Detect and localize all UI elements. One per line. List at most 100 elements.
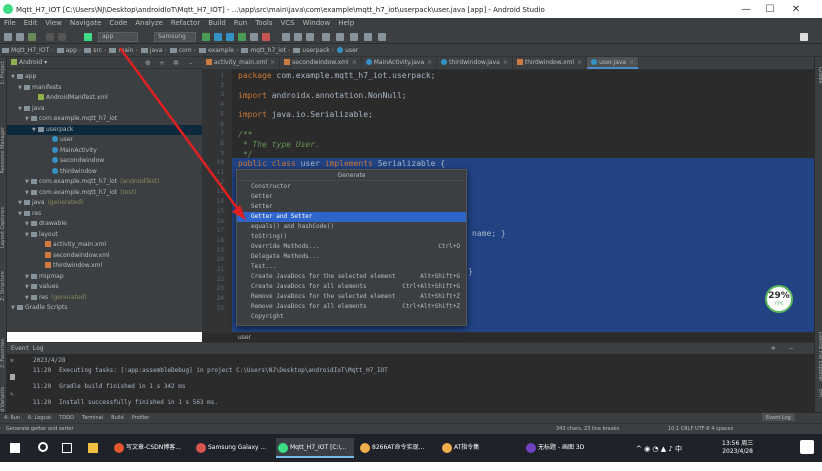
editor-tab[interactable]: user.java × [587,57,640,69]
tree-item[interactable]: ▼ com.example.mqtt_h7_iot (test) [7,188,202,198]
file-explorer-icon[interactable] [88,443,98,453]
crumb-com[interactable]: com [168,44,193,54]
close-icon[interactable]: × [427,59,432,66]
generate-menu-item[interactable]: Create JavaDocs for the selected element… [237,272,466,282]
search-icon[interactable] [38,442,48,452]
crumb-mqtt-h7-iot[interactable]: mqtt_h7_iot [239,44,287,54]
settings-icon[interactable]: ✲ [10,357,14,364]
generate-menu-item[interactable]: equals() and hashCode() [237,222,466,232]
device-file-explorer-icon[interactable] [336,33,344,41]
search-everywhere-icon[interactable] [378,33,386,41]
tree-item[interactable]: ▼ values [7,282,202,292]
back-icon[interactable] [46,33,54,41]
menu-run[interactable]: Run [230,18,251,27]
crumb-main[interactable]: main [107,44,134,54]
close-icon[interactable]: × [503,59,508,66]
close-icon[interactable]: × [577,59,582,66]
hide-icon[interactable]: – [189,59,193,67]
menu-analyze[interactable]: Analyze [131,18,167,27]
todo-tool-tab[interactable]: TODO [55,413,78,421]
generate-menu-item[interactable]: Copyright [237,312,466,322]
profiler-tool-tab[interactable]: Profiler [128,413,154,421]
find-icon[interactable] [364,33,372,41]
memory-indicator[interactable]: 29% Y/PC [765,285,793,313]
generate-menu-item[interactable]: Getter and Setter [237,212,466,222]
crumb-userpack[interactable]: userpack [291,44,330,54]
menu-tools[interactable]: Tools [251,18,276,27]
event-log-tool-tab[interactable]: Event Log [762,413,795,421]
make-project-icon[interactable] [84,33,92,41]
generate-menu-item[interactable]: Remove JavaDocs for the selected element… [237,292,466,302]
tree-item[interactable]: ▼ userpack [7,124,202,135]
generate-menu-item[interactable]: Create JavaDocs for all elements Ctrl+Alt… [237,282,466,292]
generate-menu-item[interactable]: toString() [237,232,466,242]
tree-item[interactable]: ▼ mipmap [7,272,202,282]
close-button[interactable]: ✕ [784,2,808,18]
generate-menu-item[interactable]: Getter [237,192,466,202]
tree-item[interactable]: ▼ com.example.mqtt_h7_iot [7,114,202,124]
editor-tab[interactable]: thirdwindow.java × [437,57,513,69]
tree-item[interactable]: ▼ java (generated) [7,198,202,208]
crumb-user[interactable]: user [335,44,359,54]
tree-item[interactable]: ▼ res [7,209,202,219]
taskbar-clock[interactable]: 13:56 周三 2023/4/28 [722,440,753,456]
tree-item[interactable]: AndroidManifest.xml [7,93,202,103]
gear-icon[interactable]: ✲ [771,344,775,352]
menu-code[interactable]: Code [105,18,131,27]
tree-item[interactable]: secondwindow.xml [7,251,202,261]
taskbar-app[interactable]: 写文章-CSDN博客... [112,438,190,458]
menu-file[interactable]: File [0,18,20,27]
pin-icon[interactable]: ✎ [10,391,14,398]
structure-tool-tab[interactable]: Z: Structure [0,271,7,301]
crumb-app[interactable]: app [55,44,78,54]
menu-build[interactable]: Build [204,18,230,27]
tree-item[interactable]: thirdwindow.xml [7,261,202,271]
taskbar-app[interactable]: 无标题 - 画图 3D [524,438,600,458]
close-icon[interactable]: × [352,59,357,66]
close-icon[interactable]: × [270,59,275,66]
generate-menu-item[interactable]: Remove JavaDocs for all elements Ctrl+Alt… [237,302,466,312]
editor-tab[interactable]: thirdwindow.xml × [513,57,588,69]
generate-menu-item[interactable]: Delegate Methods... [237,252,466,262]
minimize-button[interactable]: — [734,2,758,18]
open-folder-icon[interactable] [4,33,12,41]
editor-tab[interactable]: secondwindow.xml × [280,57,362,69]
editor-crumb-user[interactable]: user [238,334,251,341]
locate-icon[interactable]: ⊕ [145,59,151,67]
collapse-icon[interactable]: ÷ [159,59,165,67]
generate-menu-item[interactable]: Setter [237,202,466,212]
maximize-button[interactable]: ☐ [758,2,782,18]
forward-icon[interactable] [58,33,66,41]
resource-manager-tool-tab[interactable]: Resource Manager [0,127,7,173]
taskbar-app[interactable]: 8266AT命令实现... [358,438,436,458]
tree-item[interactable]: ▼ res (generated) [7,293,202,303]
menu-vcs[interactable]: VCS [276,18,298,27]
close-icon[interactable]: × [629,59,634,66]
emulator-tool-tab[interactable]: Em [816,389,822,397]
layout-captures-tool-tab[interactable]: Layout Captures [0,207,7,248]
gradle-sync-icon[interactable] [282,33,290,41]
menu-help[interactable]: Help [334,18,358,27]
menu-view[interactable]: View [41,18,66,27]
tree-item[interactable]: ▼ com.example.mqtt_h7_iot (androidTest) [7,177,202,187]
device-selector[interactable]: Samsung [154,32,196,42]
terminal-tool-tab[interactable]: Terminal [78,413,107,421]
crumb-project[interactable]: Mqtt_H7_IOT [0,44,50,54]
tree-item[interactable]: ▼ java [7,104,202,114]
generate-menu-item[interactable]: Test... [237,262,466,272]
taskbar-app[interactable]: AT指令集 [440,438,518,458]
menu-refactor[interactable]: Refactor [167,18,204,27]
tree-item[interactable]: activity_main.xml [7,240,202,250]
layout-inspector-icon[interactable] [322,33,330,41]
tree-item[interactable]: ▼ drawable [7,219,202,229]
tree-item[interactable]: ▼ Gradle Scripts [7,303,202,313]
profile-icon[interactable] [238,33,246,41]
menu-window[interactable]: Window [299,18,335,27]
taskbar-app[interactable]: Samsung Galaxy ... [194,438,272,458]
gradle-tool-tab[interactable]: Gradle [816,67,822,84]
hide-icon[interactable]: – [789,344,793,352]
tree-item[interactable]: ▼ manifests [7,83,202,93]
tray-icons[interactable]: ^ ◉ ◔ ▲ ♪ 中 [636,444,682,454]
crumb-java[interactable]: java [139,44,164,54]
run-icon[interactable] [202,33,210,41]
